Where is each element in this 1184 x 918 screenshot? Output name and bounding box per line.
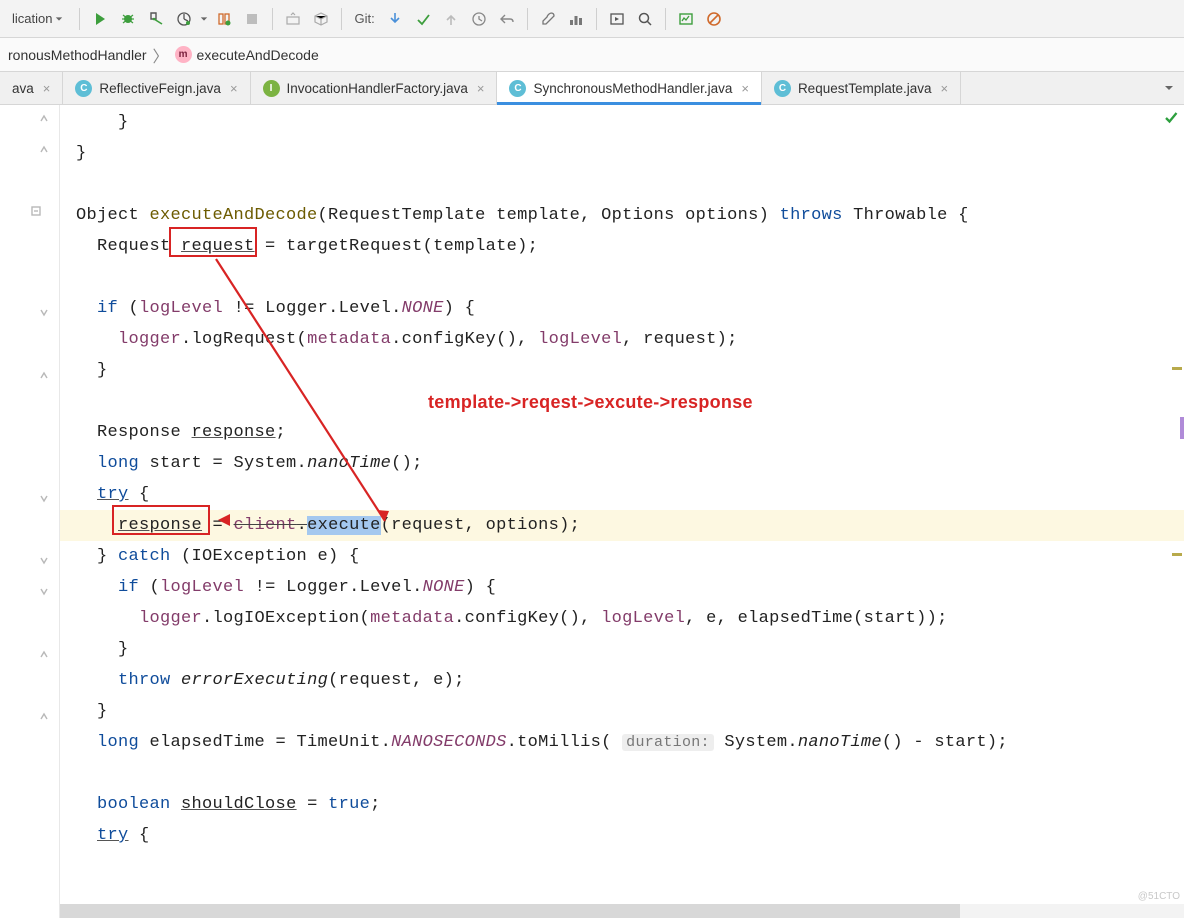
scrollbar-thumb[interactable] <box>60 904 960 918</box>
terminal-button[interactable] <box>605 7 629 31</box>
editor-gutter[interactable] <box>0 105 60 918</box>
class-icon: C <box>774 80 791 97</box>
git-label: Git: <box>354 11 374 26</box>
fold-end-icon[interactable] <box>36 646 52 662</box>
class-icon: C <box>75 80 92 97</box>
editor-tab-active[interactable]: C SynchronousMethodHandler.java × <box>497 72 761 104</box>
close-icon[interactable]: × <box>43 81 51 96</box>
histogram-button[interactable] <box>564 7 588 31</box>
run-button[interactable] <box>88 7 112 31</box>
method-icon: m <box>175 46 192 63</box>
stop-button[interactable] <box>240 7 264 31</box>
close-icon[interactable]: × <box>230 81 238 96</box>
box-button[interactable] <box>309 7 333 31</box>
fold-start-icon[interactable] <box>28 203 44 219</box>
fold-start-icon[interactable] <box>36 584 52 600</box>
fold-start-icon[interactable] <box>36 553 52 569</box>
git-push-button[interactable] <box>439 7 463 31</box>
close-icon[interactable]: × <box>477 81 485 96</box>
breadcrumb-bar: ronousMethodHandler 〉 m executeAndDecode <box>0 38 1184 72</box>
monitor-button[interactable] <box>674 7 698 31</box>
annotation-text: template->reqest->excute->response <box>428 387 753 418</box>
code-area[interactable]: } } Object executeAndDecode(RequestTempl… <box>60 105 1184 918</box>
git-history-button[interactable] <box>467 7 491 31</box>
close-icon[interactable]: × <box>941 81 949 96</box>
run-config-label: lication <box>12 11 52 26</box>
editor-tab[interactable]: C ReflectiveFeign.java × <box>63 72 250 104</box>
fold-end-icon[interactable] <box>36 110 52 126</box>
class-icon: C <box>509 80 526 97</box>
interface-icon: I <box>263 80 280 97</box>
breadcrumb-class[interactable]: ronousMethodHandler <box>8 47 147 63</box>
chevron-down-icon <box>1164 83 1174 93</box>
editor-tab[interactable]: C RequestTemplate.java × <box>762 72 961 104</box>
editor-tabs: ava × C ReflectiveFeign.java × I Invocat… <box>0 72 1184 105</box>
toolbar-separator <box>527 8 528 30</box>
close-icon[interactable]: × <box>741 81 749 96</box>
chevron-down-icon <box>55 15 63 23</box>
tabs-dropdown[interactable] <box>1154 72 1184 104</box>
breadcrumb-method[interactable]: m executeAndDecode <box>175 46 319 63</box>
profile-button[interactable] <box>172 7 196 31</box>
editor-tab[interactable]: I InvocationHandlerFactory.java × <box>251 72 498 104</box>
dropdown-icon[interactable] <box>200 15 208 23</box>
toolbar-separator <box>272 8 273 30</box>
breadcrumb-separator-icon: 〉 <box>153 43 169 67</box>
attach-button[interactable] <box>212 7 236 31</box>
coverage-button[interactable] <box>144 7 168 31</box>
debug-button[interactable] <box>116 7 140 31</box>
fold-end-icon[interactable] <box>36 708 52 724</box>
git-commit-button[interactable] <box>411 7 435 31</box>
git-pull-button[interactable] <box>383 7 407 31</box>
search-button[interactable] <box>633 7 657 31</box>
wrench-button[interactable] <box>536 7 560 31</box>
toolbar-separator <box>79 8 80 30</box>
fold-start-icon[interactable] <box>36 491 52 507</box>
toolbar-separator <box>341 8 342 30</box>
update-button[interactable] <box>281 7 305 31</box>
undo-button[interactable] <box>495 7 519 31</box>
main-toolbar: lication Git: <box>0 0 1184 38</box>
run-config-selector[interactable]: lication <box>4 11 71 26</box>
editor: } } Object executeAndDecode(RequestTempl… <box>0 105 1184 918</box>
disable-button[interactable] <box>702 7 726 31</box>
fold-end-icon[interactable] <box>36 141 52 157</box>
fold-end-icon[interactable] <box>36 367 52 383</box>
toolbar-separator <box>665 8 666 30</box>
toolbar-separator <box>596 8 597 30</box>
fold-start-icon[interactable] <box>36 305 52 321</box>
watermark: @51CTO <box>1138 891 1180 902</box>
horizontal-scrollbar[interactable] <box>60 904 1184 918</box>
editor-tab[interactable]: ava × <box>0 72 63 104</box>
